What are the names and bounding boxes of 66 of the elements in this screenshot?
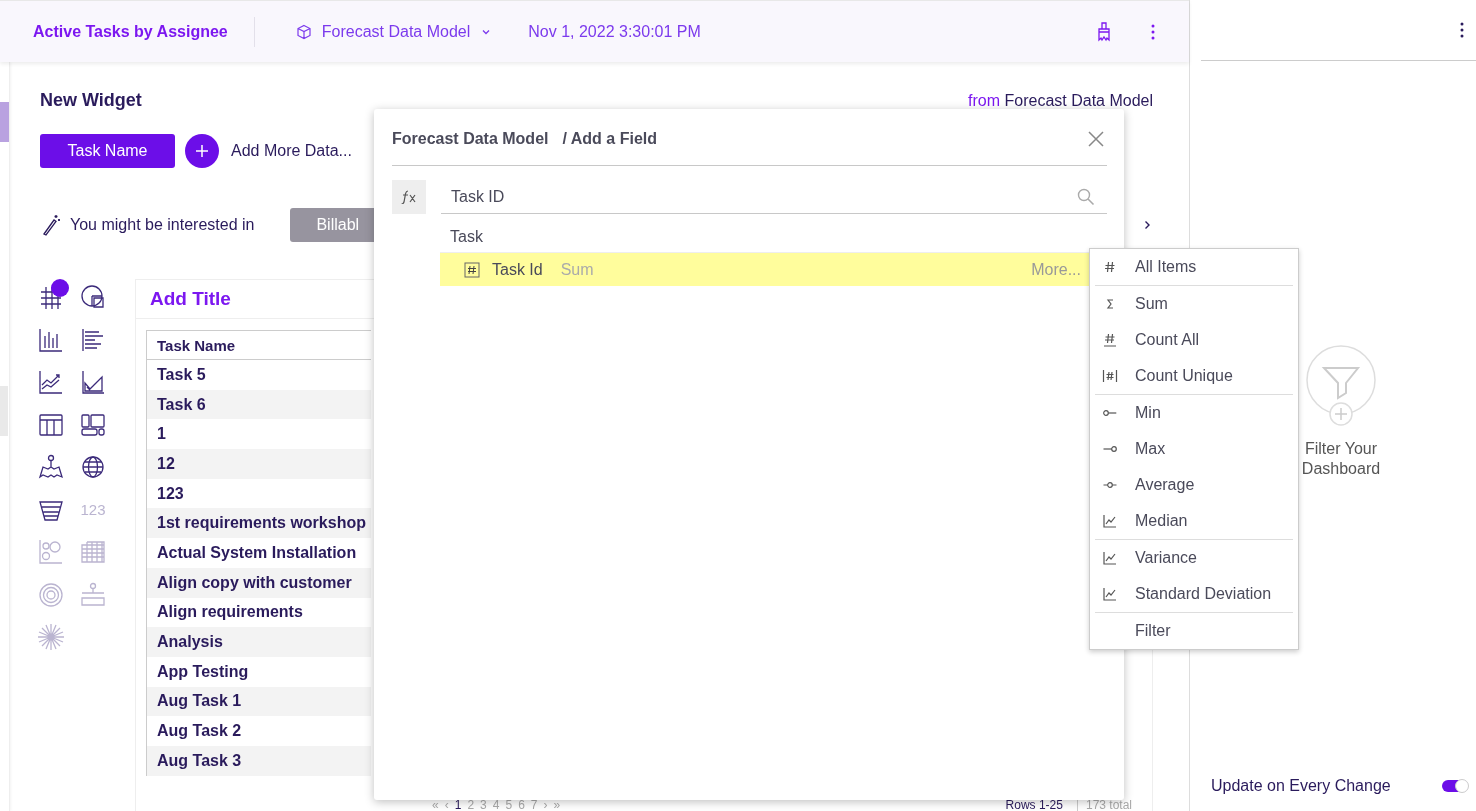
menu-item[interactable]: Count All [1095, 322, 1293, 358]
widget-title-placeholder[interactable]: Add Title [150, 288, 231, 310]
menu-item[interactable]: Filter [1095, 613, 1293, 649]
table-cell-text: 1 [156, 424, 167, 445]
close-icon[interactable] [1087, 130, 1105, 148]
globe-chart-button[interactable] [79, 453, 107, 481]
formula-button[interactable] [392, 180, 426, 214]
page-number[interactable]: 1 [454, 799, 462, 811]
line-chart-icon [1102, 586, 1118, 602]
cube-icon [295, 23, 312, 40]
column-header[interactable]: Task Name [147, 330, 371, 360]
menu-item[interactable]: Average [1095, 467, 1293, 503]
line-chart-icon [1102, 550, 1118, 566]
data-model-dropdown[interactable]: Forecast Data Model [295, 22, 493, 41]
menu-item[interactable]: Variance [1095, 540, 1293, 576]
plus-icon [194, 143, 210, 159]
brush-icon[interactable] [1097, 21, 1111, 42]
more-options-icon[interactable] [1151, 22, 1155, 41]
table-cell: Aug Task 3 [147, 745, 371, 776]
menu-item[interactable]: Count Unique [1095, 358, 1293, 394]
search-field[interactable]: Task ID [441, 180, 1107, 214]
area-chart-button[interactable] [79, 368, 107, 396]
table-cell: Analysis [147, 627, 371, 657]
dialog-title: / Add a Field [562, 130, 657, 148]
function-icon [400, 190, 418, 204]
rows-range: Rows 1-25 [1005, 799, 1063, 811]
table-cell-text: Aug Task 2 [156, 721, 243, 742]
menu-item[interactable]: Median [1095, 503, 1293, 539]
dialog-breadcrumb[interactable]: Forecast Data Model [392, 130, 549, 148]
table-cell: 1st requirements workshop [147, 508, 371, 539]
field-group-label: Task [449, 227, 484, 247]
auto-update-toggle[interactable] [1442, 780, 1468, 792]
table-cell-text: Actual System Installation [156, 542, 358, 563]
table-cell-text: Align requirements [156, 602, 304, 623]
menu-item[interactable]: Min [1095, 395, 1293, 431]
map-chart-button[interactable] [37, 453, 65, 481]
add-data-link[interactable]: Add More Data... [231, 142, 352, 160]
dashboard-title: Active Tasks by Assignee [33, 22, 228, 41]
field-pill[interactable]: Task Name [40, 134, 175, 168]
pie-chart-button[interactable] [79, 283, 107, 311]
auto-update-label: Update on Every Change [1211, 777, 1392, 795]
menu-item[interactable]: Sum [1095, 286, 1293, 322]
menu-item[interactable]: Standard Deviation [1095, 576, 1293, 612]
hash-icon [1102, 259, 1118, 275]
number-field-icon [464, 261, 480, 278]
hash-icon [1102, 368, 1118, 384]
line-chart-icon [1102, 513, 1118, 529]
table-cell-text: App Testing [156, 661, 250, 682]
widget-title: New Widget [40, 90, 142, 111]
suggestion-label: You might be interested in [70, 216, 255, 234]
line-chart-button[interactable] [37, 368, 65, 396]
table-cell: Align copy with customer [147, 567, 371, 598]
timestamp: Nov 1, 2022 3:30:01 PM [528, 22, 701, 41]
table-cell-text: 123 [156, 483, 185, 504]
menu-item[interactable]: All Items [1095, 249, 1293, 285]
table-cell: Aug Task 1 [147, 686, 371, 717]
filter-prompt: Filter Your Dashboard [1301, 439, 1381, 479]
table-cell: Task 6 [147, 389, 371, 420]
more-options-icon[interactable] [1460, 21, 1464, 39]
hash-icon [1102, 332, 1118, 348]
data-source-label: from Forecast Data Model [968, 92, 1153, 110]
menu-item[interactable]: Max [1095, 431, 1293, 467]
search-icon [1077, 188, 1095, 206]
table-cell-text: Task 5 [156, 364, 207, 385]
add-data-button[interactable] [185, 134, 219, 168]
table-cell: 12 [147, 449, 371, 479]
